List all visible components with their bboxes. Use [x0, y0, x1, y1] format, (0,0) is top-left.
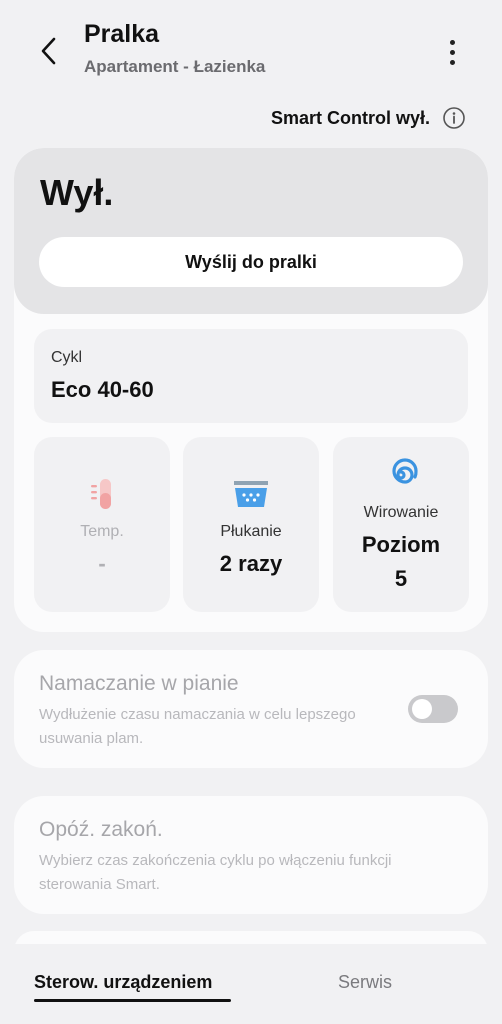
smart-control-label: Smart Control wył. — [270, 107, 430, 128]
spin-value: Poziom 5 — [361, 532, 441, 591]
temperature-tile[interactable]: Temp. - — [34, 437, 170, 612]
more-dot-icon — [449, 39, 455, 45]
tab-device-control[interactable]: Sterow. urządzeniem — [34, 972, 212, 993]
smart-control-row: Smart Control wył. — [271, 106, 466, 130]
toggle-knob — [412, 699, 432, 719]
delay-end-card[interactable]: Opóź. zakoń. Wybierz czas zakończenia cy… — [14, 796, 488, 914]
foam-soak-toggle[interactable] — [408, 695, 458, 723]
spin-icon — [383, 458, 419, 492]
cycle-label: Cykl — [51, 349, 83, 366]
spin-label: Wirowanie — [363, 504, 439, 521]
active-tab-indicator — [34, 999, 231, 1002]
spin-tile[interactable]: Wirowanie Poziom 5 — [333, 437, 469, 612]
more-options-button[interactable] — [436, 36, 468, 68]
back-button[interactable] — [32, 34, 66, 68]
page-title: Pralka — [84, 20, 160, 48]
rinse-icon — [232, 477, 270, 511]
thermometer-icon — [89, 477, 115, 511]
rinse-tile[interactable]: Płukanie 2 razy — [183, 437, 319, 612]
tab-service[interactable]: Serwis — [338, 972, 392, 993]
bottom-navigation: Sterow. urządzeniem Serwis — [0, 944, 502, 1024]
cycle-value: Eco 40-60 — [51, 377, 154, 402]
foam-soak-card: Namaczanie w pianie Wydłużenie czasu nam… — [14, 650, 488, 768]
back-arrow-icon — [41, 37, 56, 65]
more-dot-icon — [449, 59, 455, 65]
send-to-washer-button[interactable]: Wyślij do pralki — [39, 237, 463, 287]
delay-end-title: Opóź. zakoń. — [39, 818, 163, 841]
info-icon[interactable] — [442, 106, 466, 130]
washer-control-card: Wył. Wyślij do pralki Cykl Eco 40-60 Tem… — [14, 148, 488, 632]
delay-end-description: Wybierz czas zakończenia cyklu po włącze… — [39, 852, 392, 893]
temperature-value: - — [98, 551, 106, 576]
cycle-selector[interactable]: Cykl Eco 40-60 — [34, 329, 468, 423]
foam-soak-title: Namaczanie w pianie — [39, 672, 239, 695]
foam-soak-description: Wydłużenie czasu namaczania w celu lepsz… — [39, 706, 356, 747]
app-header: Pralka Apartament - Łazienka — [0, 0, 502, 90]
power-status: Wył. — [40, 172, 114, 213]
device-location: Apartament - Łazienka — [84, 57, 266, 76]
rinse-value: 2 razy — [219, 551, 283, 576]
more-dot-icon — [449, 49, 455, 55]
status-panel: Wył. Wyślij do pralki — [14, 148, 488, 314]
temperature-label: Temp. — [80, 523, 124, 540]
rinse-label: Płukanie — [220, 523, 282, 540]
